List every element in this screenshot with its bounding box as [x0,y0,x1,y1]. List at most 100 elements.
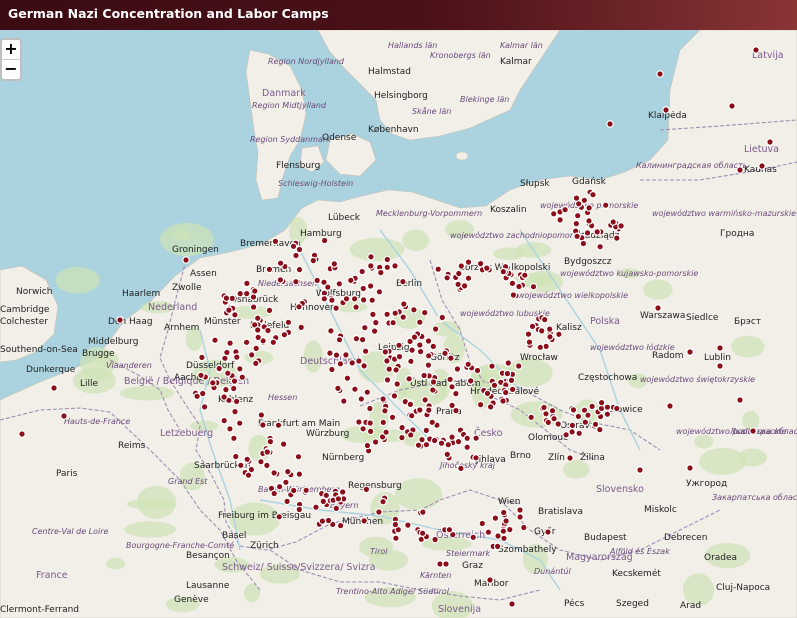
camp-marker[interactable] [405,374,413,383]
camp-marker[interactable] [398,433,406,442]
camp-marker[interactable] [335,280,344,288]
camp-marker[interactable] [493,542,502,551]
camp-marker[interactable] [585,217,593,225]
camp-marker[interactable] [220,416,229,425]
camp-marker[interactable] [283,497,291,506]
camp-marker[interactable] [589,190,597,199]
camp-marker[interactable] [464,360,473,369]
camp-marker[interactable] [580,196,589,205]
camp-marker[interactable] [636,466,644,474]
camp-marker[interactable] [415,318,424,327]
camp-marker[interactable] [274,421,283,430]
camp-marker[interactable] [562,430,570,439]
camp-marker[interactable] [499,508,508,517]
camp-marker[interactable] [514,362,523,370]
camp-marker[interactable] [561,205,569,214]
camp-marker[interactable] [399,277,407,286]
camp-marker[interactable] [371,438,380,446]
camp-marker[interactable] [247,351,256,359]
camp-marker[interactable] [716,344,724,352]
camp-marker[interactable] [502,517,510,525]
camp-marker[interactable] [355,357,363,365]
camp-marker[interactable] [581,418,590,427]
camp-marker[interactable] [463,434,472,443]
camp-marker[interactable] [579,239,588,248]
camp-marker[interactable] [332,504,341,513]
camp-marker[interactable] [238,373,247,382]
camp-marker[interactable] [231,407,239,416]
camp-marker[interactable] [572,194,581,202]
camp-marker[interactable] [358,335,367,344]
camp-marker[interactable] [324,516,333,525]
camp-marker[interactable] [215,364,224,373]
camp-marker[interactable] [420,308,429,317]
camp-marker[interactable] [556,216,564,224]
camp-marker[interactable] [424,406,433,414]
camp-marker[interactable] [568,428,576,436]
camp-marker[interactable] [366,404,374,413]
camp-marker[interactable] [399,300,408,308]
camp-marker[interactable] [275,512,284,521]
camp-marker[interactable] [407,411,416,420]
camp-marker[interactable] [452,389,460,398]
camp-marker[interactable] [336,359,345,368]
camp-marker[interactable] [422,426,431,435]
camp-marker[interactable] [505,525,514,534]
camp-marker[interactable] [484,528,493,537]
camp-marker[interactable] [508,600,516,608]
camp-marker[interactable] [236,364,244,373]
camp-marker[interactable] [366,262,375,270]
camp-marker[interactable] [251,287,259,295]
camp-marker[interactable] [50,384,58,392]
camp-marker[interactable] [389,318,397,327]
camp-marker[interactable] [351,385,359,394]
camp-marker[interactable] [542,409,550,418]
camp-marker[interactable] [379,497,387,506]
camp-marker[interactable] [358,267,367,276]
camp-marker[interactable] [476,400,485,409]
camp-marker[interactable] [235,419,244,428]
camp-marker[interactable] [368,296,377,305]
camp-marker[interactable] [200,403,209,411]
camp-marker[interactable] [383,376,392,384]
camp-marker[interactable] [752,46,760,54]
camp-marker[interactable] [276,276,285,284]
camp-marker[interactable] [429,378,438,386]
camp-marker[interactable] [601,201,610,210]
camp-marker[interactable] [516,513,524,521]
camp-marker[interactable] [550,414,558,423]
camp-marker[interactable] [383,263,392,272]
camp-marker[interactable] [419,508,427,516]
camp-marker[interactable] [229,384,238,393]
camp-marker[interactable] [548,406,557,415]
camp-marker[interactable] [527,413,536,422]
camp-marker[interactable] [242,338,251,347]
camp-marker[interactable] [434,265,443,274]
camp-marker[interactable] [334,384,342,393]
camp-marker[interactable] [520,271,529,280]
camp-marker[interactable] [297,323,306,332]
camp-marker[interactable] [573,211,582,220]
camp-marker[interactable] [359,296,368,304]
camp-marker[interactable] [469,533,478,542]
camp-marker[interactable] [320,236,329,245]
zoom-out-button[interactable]: − [2,59,20,79]
camp-marker[interactable] [259,421,267,429]
camp-marker[interactable] [424,351,433,360]
camp-marker[interactable] [454,280,462,289]
camp-marker[interactable] [335,335,344,344]
camp-marker[interactable] [366,419,375,427]
camp-marker[interactable] [418,529,427,538]
camp-marker[interactable] [596,242,604,251]
camp-marker[interactable] [443,450,452,459]
camp-marker[interactable] [284,318,293,327]
camp-marker[interactable] [507,376,516,385]
camp-marker[interactable] [327,327,335,335]
camp-marker[interactable] [408,346,416,354]
camp-marker[interactable] [454,269,463,278]
camp-marker[interactable] [342,294,351,303]
camp-marker[interactable] [404,521,412,529]
camp-marker[interactable] [360,323,369,332]
camp-marker[interactable] [546,332,554,341]
camp-marker[interactable] [442,560,450,568]
